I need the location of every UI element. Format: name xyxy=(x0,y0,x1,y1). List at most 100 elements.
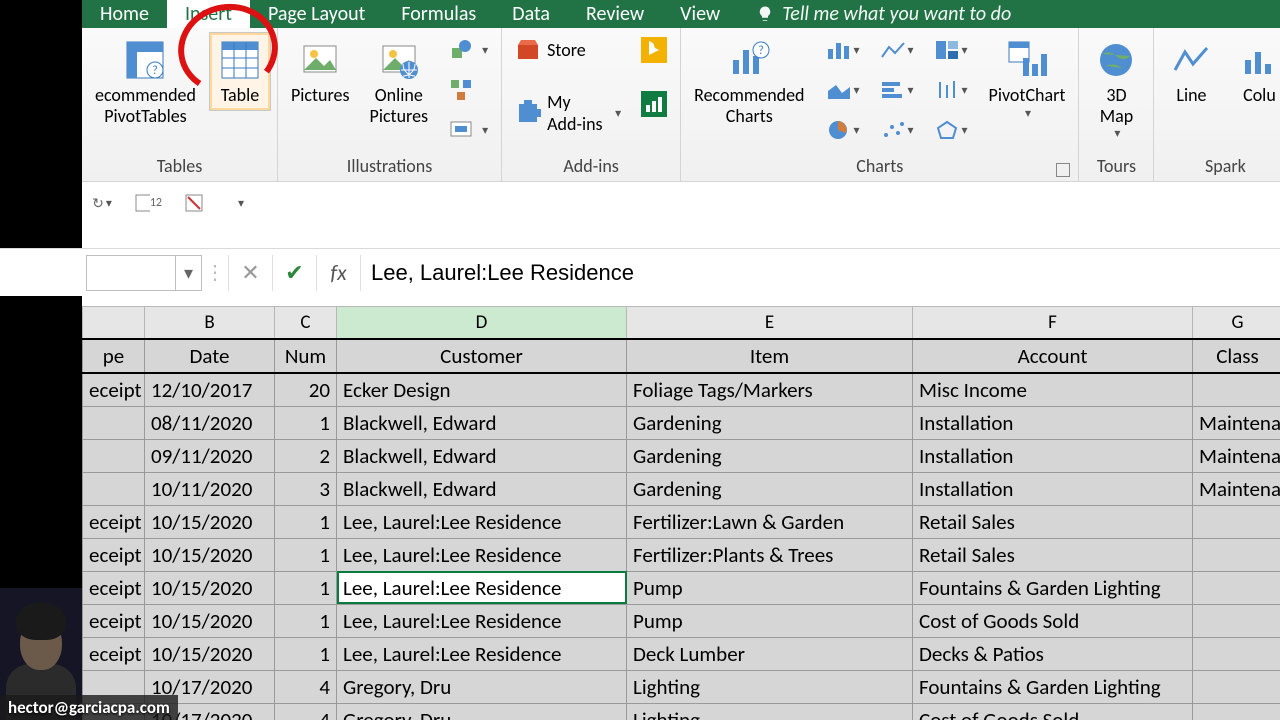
cell[interactable]: 10/15/2020 xyxy=(145,505,275,538)
cell[interactable]: Maintena xyxy=(1193,406,1280,439)
cell[interactable]: 20 xyxy=(275,373,337,407)
store-button[interactable]: Store xyxy=(508,32,628,68)
cell[interactable]: 10/15/2020 xyxy=(145,571,275,604)
cell[interactable]: Lighting xyxy=(627,670,913,703)
cell[interactable]: Maintena xyxy=(1193,472,1280,505)
qat-customize-button[interactable]: ▾ xyxy=(226,189,254,217)
table-row[interactable]: 10/17/20204Gregory, DruLightingCost of G… xyxy=(83,703,1280,720)
cell[interactable] xyxy=(1193,703,1280,720)
column-header[interactable]: D xyxy=(337,307,627,339)
cell[interactable]: 12/10/2017 xyxy=(145,373,275,407)
cell[interactable]: Pump xyxy=(627,571,913,604)
cell[interactable]: Fertilizer:Lawn & Garden xyxy=(627,505,913,538)
tab-home[interactable]: Home xyxy=(82,0,167,28)
tab-data[interactable]: Data xyxy=(494,0,568,28)
online-pictures-button[interactable]: Online Pictures xyxy=(363,32,436,131)
cell[interactable]: 10/15/2020 xyxy=(145,604,275,637)
cell[interactable]: Lighting xyxy=(627,703,913,720)
cell[interactable]: 10/15/2020 xyxy=(145,538,275,571)
cell[interactable]: eceipt xyxy=(83,538,145,571)
people-graph-button[interactable] xyxy=(634,86,674,122)
tab-insert[interactable]: Insert xyxy=(167,0,250,28)
table-button[interactable]: Table xyxy=(209,32,271,111)
cell[interactable]: Cost of Goods Sold xyxy=(913,703,1193,720)
cell[interactable]: 08/11/2020 xyxy=(145,406,275,439)
cell[interactable]: Gardening xyxy=(627,472,913,505)
enter-button[interactable]: ✔ xyxy=(272,255,316,291)
cell[interactable]: eceipt xyxy=(83,571,145,604)
tell-me-search[interactable]: Tell me what you want to do xyxy=(756,2,1011,26)
area-chart-button[interactable]: ▾ xyxy=(818,72,868,108)
field-header[interactable]: Class xyxy=(1193,339,1280,373)
table-row[interactable]: 10/11/20203Blackwell, EdwardGardeningIns… xyxy=(83,472,1280,505)
cell[interactable]: Ecker Design xyxy=(337,373,627,407)
clear-format-button[interactable] xyxy=(180,189,208,217)
cell[interactable] xyxy=(1193,373,1280,407)
sparkline-column-button[interactable]: Colu xyxy=(1228,32,1280,111)
cell[interactable]: Lee, Laurel:Lee Residence xyxy=(337,538,627,571)
tab-formulas[interactable]: Formulas xyxy=(383,0,494,28)
table-row[interactable]: eceipt10/15/20201Lee, Laurel:Lee Residen… xyxy=(83,637,1280,670)
recommended-pivottables-button[interactable]: ? ecommended PivotTables xyxy=(88,32,203,131)
cell[interactable]: 1 xyxy=(275,571,337,604)
worksheet[interactable]: BCDEFG peDateNumCustomerItemAccountClass… xyxy=(82,306,1280,720)
cell[interactable] xyxy=(1193,571,1280,604)
fx-button[interactable]: fx xyxy=(316,255,360,291)
table-row[interactable]: eceipt10/15/20201Lee, Laurel:Lee Residen… xyxy=(83,505,1280,538)
field-header[interactable]: Item xyxy=(627,339,913,373)
cell[interactable]: Fertilizer:Plants & Trees xyxy=(627,538,913,571)
cell[interactable]: Gardening xyxy=(627,439,913,472)
cell[interactable]: 4 xyxy=(275,703,337,720)
3d-map-button[interactable]: 3D Map ▾ xyxy=(1085,32,1147,146)
dialog-launcher-icon[interactable] xyxy=(1056,163,1070,177)
cell[interactable]: 1 xyxy=(275,604,337,637)
bar-chart-button[interactable]: ▾ xyxy=(872,72,922,108)
sparkline-line-button[interactable]: Line xyxy=(1160,32,1222,111)
table-row[interactable]: 09/11/20202Blackwell, EdwardGardeningIns… xyxy=(83,439,1280,472)
cell[interactable]: eceipt xyxy=(83,604,145,637)
cell[interactable]: Cost of Goods Sold xyxy=(913,604,1193,637)
table-row[interactable]: eceipt10/15/20201Lee, Laurel:Lee Residen… xyxy=(83,604,1280,637)
cell[interactable]: 4 xyxy=(275,670,337,703)
shapes-button[interactable]: ▾ xyxy=(441,32,495,68)
cell[interactable]: Lee, Laurel:Lee Residence xyxy=(337,571,627,604)
cell[interactable]: Lee, Laurel:Lee Residence xyxy=(337,505,627,538)
tab-view[interactable]: View xyxy=(662,0,738,28)
cell[interactable] xyxy=(1193,637,1280,670)
table-row[interactable]: eceipt10/15/20201Lee, Laurel:Lee Residen… xyxy=(83,538,1280,571)
treemap-chart-button[interactable]: ▾ xyxy=(926,32,976,68)
cell[interactable]: 10/15/2020 xyxy=(145,637,275,670)
name-box-dropdown[interactable]: ▾ xyxy=(176,255,202,291)
table-row[interactable]: eceipt10/15/20201Lee, Laurel:Lee Residen… xyxy=(83,571,1280,604)
cell[interactable] xyxy=(1193,538,1280,571)
cell[interactable] xyxy=(1193,505,1280,538)
cell[interactable]: 3 xyxy=(275,472,337,505)
cell[interactable]: 10/11/2020 xyxy=(145,472,275,505)
field-header[interactable]: Num xyxy=(275,339,337,373)
cell[interactable]: Foliage Tags/Markers xyxy=(627,373,913,407)
cell[interactable]: Fountains & Garden Lighting xyxy=(913,571,1193,604)
font-size-button[interactable]: 12 xyxy=(134,189,162,217)
scatter-chart-button[interactable]: ▾ xyxy=(872,112,922,148)
recommended-charts-button[interactable]: ? Recommended Charts xyxy=(687,32,811,131)
cell[interactable] xyxy=(83,406,145,439)
column-header[interactable]: F xyxy=(913,307,1193,339)
cell[interactable]: Retail Sales xyxy=(913,538,1193,571)
table-row[interactable]: 08/11/20201Blackwell, EdwardGardeningIns… xyxy=(83,406,1280,439)
cell[interactable]: 09/11/2020 xyxy=(145,439,275,472)
cell[interactable]: Fountains & Garden Lighting xyxy=(913,670,1193,703)
cell[interactable]: Blackwell, Edward xyxy=(337,406,627,439)
cell[interactable]: 1 xyxy=(275,505,337,538)
smartart-button[interactable] xyxy=(441,72,495,108)
cell[interactable]: Retail Sales xyxy=(913,505,1193,538)
field-header[interactable]: Customer xyxy=(337,339,627,373)
column-header[interactable]: E xyxy=(627,307,913,339)
cell[interactable]: eceipt xyxy=(83,373,145,407)
cell[interactable]: Lee, Laurel:Lee Residence xyxy=(337,604,627,637)
table-row[interactable]: 10/17/20204Gregory, DruLightingFountains… xyxy=(83,670,1280,703)
cell[interactable] xyxy=(1193,670,1280,703)
formula-input[interactable] xyxy=(360,255,1280,291)
table-row[interactable]: eceipt12/10/201720Ecker DesignFoliage Ta… xyxy=(83,373,1280,407)
column-header[interactable]: C xyxy=(275,307,337,339)
cell[interactable]: Pump xyxy=(627,604,913,637)
